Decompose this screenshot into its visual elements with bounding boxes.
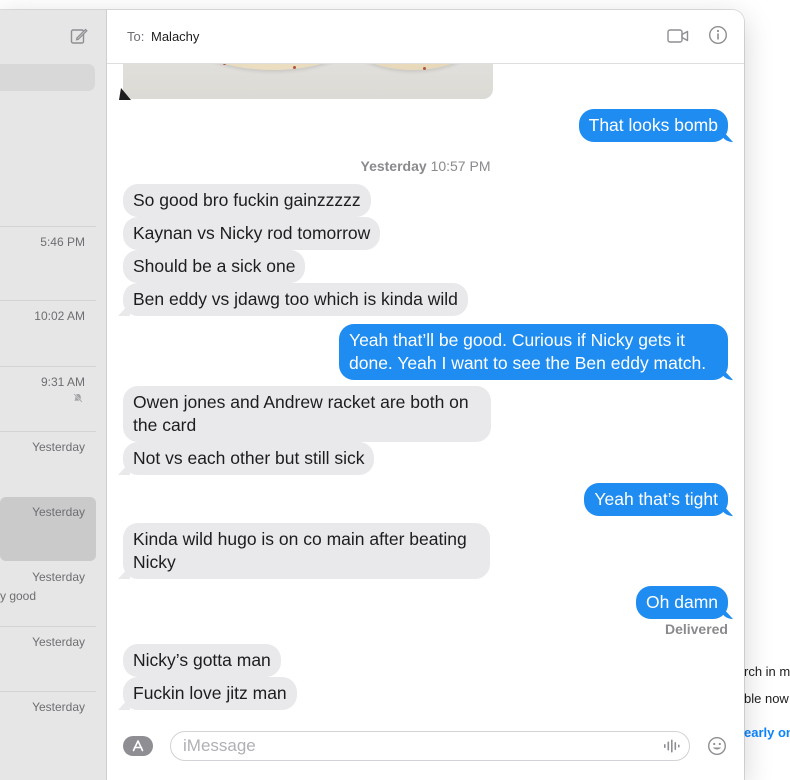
- photo-detail: [293, 66, 296, 69]
- incoming-message[interactable]: Kaynan vs Nicky rod tomorrow: [123, 217, 381, 250]
- conversation-item-selected[interactable]: Yesterday: [0, 497, 96, 561]
- conversation-item[interactable]: Yesterday y good: [0, 562, 96, 627]
- incoming-message[interactable]: Kinda wild hugo is on co main after beat…: [123, 523, 490, 579]
- conversation-time: Yesterday: [32, 700, 85, 714]
- recipient-name[interactable]: Malachy: [151, 29, 199, 44]
- background-link[interactable]: early on: [744, 725, 790, 740]
- info-icon[interactable]: [708, 25, 728, 45]
- sidebar-search-field[interactable]: [0, 64, 95, 91]
- outgoing-message[interactable]: Oh damn: [636, 586, 728, 619]
- outgoing-message[interactable]: Yeah that’s tight: [584, 483, 728, 516]
- conversation-time: Yesterday: [32, 440, 85, 454]
- conversation-time: Yesterday: [32, 570, 85, 584]
- delivered-status: Delivered: [664, 621, 728, 637]
- muted-bell-icon: [73, 393, 83, 403]
- conversation-snippet: y good: [0, 589, 37, 603]
- incoming-message[interactable]: So good bro fuckin gainzzzzz: [123, 184, 371, 217]
- conversation-time: 10:02 AM: [34, 309, 85, 323]
- conversation-item[interactable]: Yesterday: [0, 626, 96, 692]
- conversation-item[interactable]: 10:02 AM: [0, 300, 96, 366]
- incoming-message[interactable]: Fuckin love jitz man: [123, 677, 297, 710]
- timestamp-day: Yesterday: [360, 158, 427, 174]
- incoming-message[interactable]: Nicky’s gotta man: [123, 644, 281, 677]
- message-input-bar: [107, 724, 744, 780]
- video-call-icon[interactable]: [667, 27, 689, 45]
- incoming-message[interactable]: Ben eddy vs jdawg too which is kinda wil…: [123, 283, 468, 316]
- emoji-icon[interactable]: [707, 736, 727, 756]
- audio-message-icon[interactable]: [663, 739, 681, 753]
- conversation-time: Yesterday: [32, 505, 85, 519]
- outgoing-message[interactable]: Yeah that’ll be good. Curious if Nicky g…: [339, 324, 728, 380]
- background-text-line: ble now f: [744, 691, 790, 706]
- compose-icon[interactable]: [70, 27, 88, 45]
- conversation-time: Yesterday: [32, 635, 85, 649]
- imessage-input[interactable]: [170, 731, 690, 761]
- conversation-item[interactable]: Yesterday: [0, 431, 96, 497]
- background-window: rch in m ble now f early on: [744, 0, 790, 768]
- message-timestamp: Yesterday 10:57 PM: [107, 158, 744, 174]
- photo-detail: [423, 67, 426, 70]
- conversation-time: 9:31 AM: [40, 375, 85, 389]
- incoming-message[interactable]: Not vs each other but still sick: [123, 442, 375, 475]
- to-label: To:: [127, 29, 145, 44]
- app-store-icon: [132, 740, 144, 752]
- conversation-item[interactable]: 9:31 AM: [0, 366, 96, 432]
- bubble-tail-icon: [119, 88, 131, 100]
- chat-header: To: Malachy: [107, 10, 744, 64]
- incoming-message[interactable]: Owen jones and Andrew racket are both on…: [123, 386, 491, 442]
- conversation-item[interactable]: 5:46 PM: [0, 226, 96, 292]
- conversation-item[interactable]: Yesterday: [0, 691, 96, 757]
- background-text-line: rch in m: [744, 664, 790, 679]
- outgoing-message[interactable]: That looks bomb: [578, 109, 728, 142]
- conversation-sidebar: 5:46 PM 10:02 AM 9:31 AM Yesterday Yeste…: [0, 10, 107, 780]
- app-store-button[interactable]: [123, 736, 153, 756]
- chat-pane: To: Malachy That looks bomb Yesterday 10…: [107, 10, 744, 780]
- messages-window: 5:46 PM 10:02 AM 9:31 AM Yesterday Yeste…: [0, 10, 744, 780]
- timestamp-time: 10:57 PM: [430, 158, 491, 174]
- conversation-time: 5:46 PM: [40, 235, 85, 249]
- incoming-message[interactable]: Should be a sick one: [123, 250, 306, 283]
